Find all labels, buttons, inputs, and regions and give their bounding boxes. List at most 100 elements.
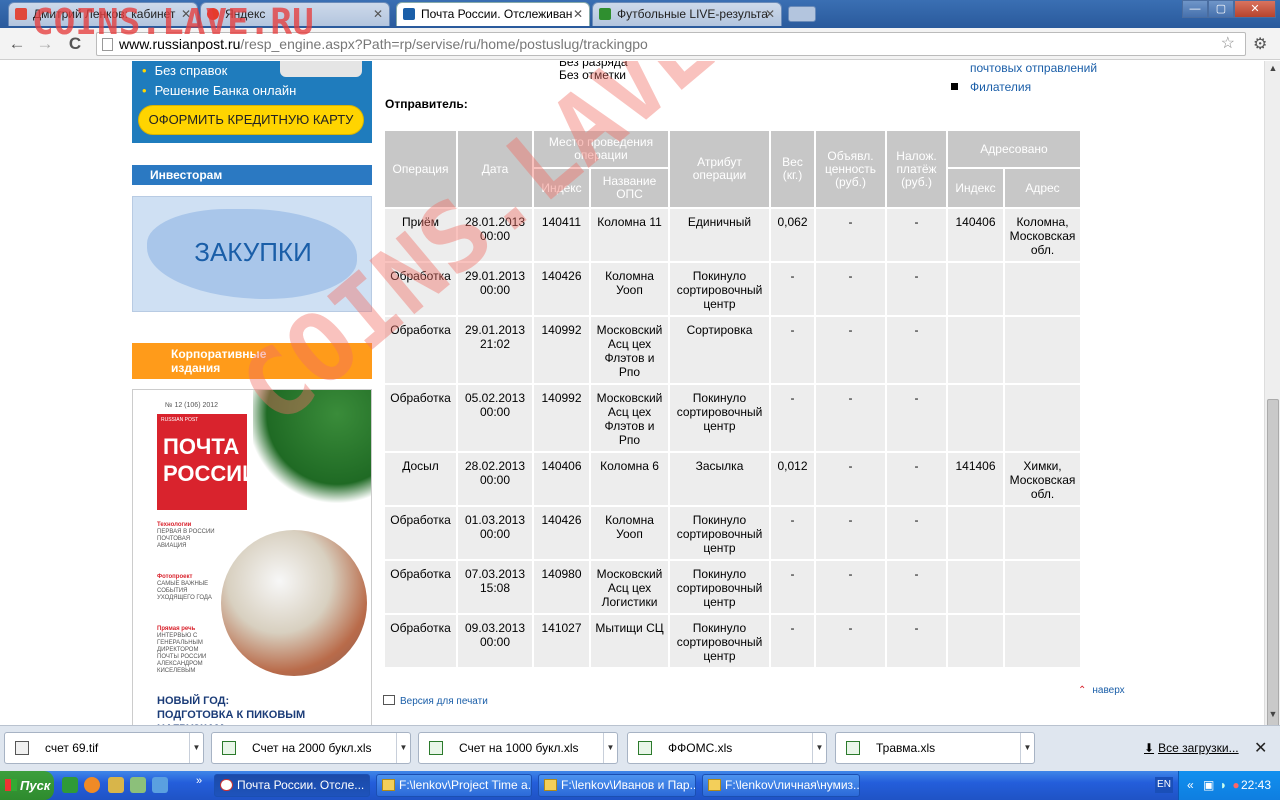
scroll-up-icon[interactable]: ▲ bbox=[1267, 63, 1279, 77]
quicklaunch-icon[interactable] bbox=[130, 777, 146, 793]
url-path: /resp_engine.aspx?Path=rp/servise/ru/hom… bbox=[240, 36, 648, 52]
cell-cod: - bbox=[885, 613, 948, 669]
cell-addr-index bbox=[946, 559, 1005, 615]
quicklaunch-icon[interactable] bbox=[152, 777, 168, 793]
reload-button[interactable]: C bbox=[64, 34, 86, 54]
language-indicator[interactable]: EN bbox=[1155, 777, 1173, 793]
cell-address bbox=[1003, 315, 1082, 385]
new-tab-button[interactable] bbox=[788, 6, 816, 22]
minimize-button[interactable]: — bbox=[1182, 0, 1208, 18]
magazine-cover[interactable]: № 12 (106) 2012 RUSSIAN POST ПОЧТА РОССИ… bbox=[132, 389, 372, 725]
cell-operation: Обработка bbox=[383, 613, 458, 669]
download-item[interactable]: ФФОМС.xls ▼ bbox=[627, 732, 827, 764]
close-tab-icon[interactable]: ✕ bbox=[181, 3, 191, 25]
vertical-scrollbar[interactable]: ▲ ▼ bbox=[1264, 61, 1280, 739]
start-button[interactable]: Пуск bbox=[0, 771, 54, 800]
cell-weight: - bbox=[769, 559, 816, 615]
cell-attribute: Покинуло сортировочный центр bbox=[668, 613, 771, 669]
print-version-label: Версия для печати bbox=[400, 696, 488, 707]
chevron-down-icon[interactable]: ▼ bbox=[189, 733, 203, 763]
forward-button[interactable]: → bbox=[34, 34, 56, 54]
scroll-thumb[interactable] bbox=[1267, 399, 1279, 739]
tab-favicon-icon bbox=[15, 8, 27, 20]
tab-yandex[interactable]: Яндекс ✕ bbox=[200, 2, 390, 26]
bluetooth-icon[interactable]: ● bbox=[1232, 778, 1239, 792]
chevron-down-icon[interactable]: ▼ bbox=[603, 733, 617, 763]
back-button[interactable]: ← bbox=[6, 34, 28, 54]
download-item[interactable]: счет 69.tif ▼ bbox=[4, 732, 204, 764]
tab-football-live[interactable]: Футбольные LIVE-результа ✕ bbox=[592, 2, 782, 26]
volume-icon[interactable]: ◗ bbox=[1220, 778, 1227, 792]
cell-addr-index: 141406 bbox=[946, 451, 1005, 507]
wrench-icon[interactable]: ⚙ bbox=[1253, 34, 1267, 54]
print-version-link[interactable]: Версия для печати bbox=[383, 695, 488, 707]
address-bar[interactable]: www.russianpost.ru/resp_engine.aspx?Path… bbox=[96, 32, 1246, 56]
tab-title: Дмитрий Ленков: кабинет bbox=[33, 7, 176, 21]
all-downloads-label: Все загрузки... bbox=[1158, 741, 1239, 755]
cover-headline: НОВЫЙ ГОД: ПОДГОТОВКА К ПИКОВЫМ НАГРУЗКА… bbox=[157, 694, 371, 725]
procurement-banner[interactable]: ЗАКУПКИ bbox=[132, 196, 372, 312]
quicklaunch-icon[interactable] bbox=[62, 777, 78, 793]
tif-file-icon bbox=[15, 741, 29, 755]
philately-link[interactable]: Филателия bbox=[970, 80, 1031, 94]
tray-expand-icon[interactable]: « bbox=[1187, 778, 1194, 792]
chevron-down-icon[interactable]: ▼ bbox=[1020, 733, 1034, 763]
download-item[interactable]: Счет на 2000 букл.xls ▼ bbox=[211, 732, 411, 764]
cell-address bbox=[1003, 613, 1082, 669]
clock[interactable]: 22:43 bbox=[1241, 771, 1271, 800]
cell-cod: - bbox=[885, 383, 948, 453]
investors-link[interactable]: Инвесторам bbox=[132, 165, 372, 185]
table-row: Обработка 29.01.2013 00:00 140426 Коломна У… bbox=[383, 261, 1082, 317]
download-filename: Счет на 2000 букл.xls bbox=[252, 741, 372, 755]
taskbar-item-folder[interactable]: F:\lenkov\Project Time a... bbox=[376, 774, 532, 797]
taskbar-item-folder[interactable]: F:\lenkov\личная\нумиз... bbox=[702, 774, 860, 797]
cell-ops-name: Коломна Уооп bbox=[589, 505, 670, 561]
close-window-button[interactable]: ✕ bbox=[1234, 0, 1276, 18]
cell-index: 140992 bbox=[532, 383, 591, 453]
download-item[interactable]: Травма.xls ▼ bbox=[835, 732, 1035, 764]
close-tab-icon[interactable]: ✕ bbox=[573, 3, 583, 25]
download-item[interactable]: Счет на 1000 букл.xls ▼ bbox=[418, 732, 618, 764]
maximize-button[interactable]: ▢ bbox=[1208, 0, 1234, 18]
mail-agent-icon[interactable] bbox=[84, 777, 100, 793]
quicklaunch-icon[interactable] bbox=[108, 777, 124, 793]
procurement-label: ЗАКУПКИ bbox=[194, 237, 312, 267]
cover-blurb: Прямая речь ИНТЕРВЬЮ С ГЕНЕРАЛЬНЫМ ДИРЕКТ… bbox=[157, 626, 217, 675]
brand-text: RUSSIAN POST bbox=[161, 417, 199, 423]
close-tab-icon[interactable]: ✕ bbox=[765, 3, 775, 25]
browser-toolbar: ← → C www.russianpost.ru/resp_engine.asp… bbox=[0, 28, 1280, 60]
close-downloads-button[interactable]: ✕ bbox=[1254, 738, 1267, 758]
chevron-down-icon[interactable]: ▼ bbox=[812, 733, 826, 763]
corporate-publications-header[interactable]: Корпоративные издания bbox=[132, 343, 372, 379]
col-declared-value: Объявл. ценность (руб.) bbox=[814, 129, 887, 209]
tab-dmitry-lenkov[interactable]: Дмитрий Ленков: кабинет ✕ bbox=[8, 2, 198, 26]
chevron-right-icon[interactable]: » bbox=[196, 775, 206, 791]
taskbar-item-chrome[interactable]: Почта России. Отсле... bbox=[214, 774, 370, 797]
table-row: Обработка 07.03.2013 15:08 140980 Московски… bbox=[383, 559, 1082, 615]
cell-declared-value: - bbox=[814, 261, 887, 317]
col-date: Дата bbox=[456, 129, 534, 209]
network-icon[interactable]: ▣ bbox=[1203, 778, 1214, 792]
back-to-top-link[interactable]: ⌃ наверх bbox=[1078, 685, 1125, 696]
tab-russian-post[interactable]: Почта России. Отслеживан ✕ bbox=[396, 2, 590, 26]
postal-items-link[interactable]: почтовых отправлений bbox=[970, 61, 1097, 75]
meta-line: Без отметки bbox=[559, 68, 627, 82]
bookmark-star-icon[interactable]: ☆ bbox=[1221, 33, 1235, 55]
close-tab-icon[interactable]: ✕ bbox=[373, 3, 383, 25]
cell-date: 29.01.2013 21:02 bbox=[456, 315, 534, 385]
cell-ops-name: Коломна 6 bbox=[589, 451, 670, 507]
cell-index: 140980 bbox=[532, 559, 591, 615]
cell-ops-name: Коломна Уооп bbox=[589, 261, 670, 317]
col-attribute: Атрибут операции bbox=[668, 129, 771, 209]
bullet-icon bbox=[951, 83, 958, 90]
scroll-down-icon[interactable]: ▼ bbox=[1267, 709, 1279, 723]
all-downloads-link[interactable]: ⬇ Все загрузки... bbox=[1144, 741, 1239, 755]
cell-address bbox=[1003, 383, 1082, 453]
cell-addr-index bbox=[946, 383, 1005, 453]
apply-credit-card-button[interactable]: ОФОРМИТЬ КРЕДИТНУЮ КАРТУ bbox=[138, 105, 364, 135]
col-cod: Налож. платёж (руб.) bbox=[885, 129, 948, 209]
chevron-down-icon[interactable]: ▼ bbox=[396, 733, 410, 763]
taskbar-item-folder[interactable]: F:\lenkov\Иванов и Пар... bbox=[538, 774, 696, 797]
download-filename: ФФОМС.xls bbox=[668, 741, 733, 755]
cell-index: 140406 bbox=[532, 451, 591, 507]
